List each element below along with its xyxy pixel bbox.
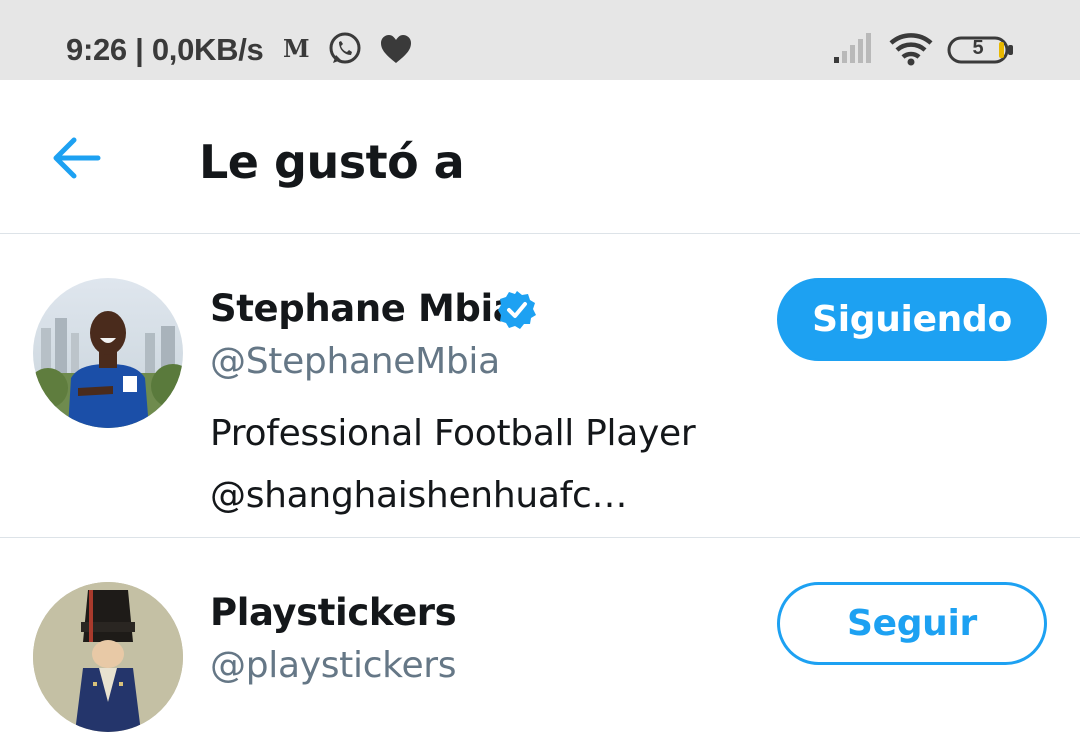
avatar[interactable] (33, 278, 183, 428)
back-button[interactable] (48, 132, 108, 184)
gmail-icon: M (283, 36, 309, 60)
user-row[interactable]: Stephane Mbia @StephaneMbia Professional… (0, 235, 1080, 538)
whatsapp-icon (329, 32, 361, 64)
heart-icon (381, 35, 411, 63)
status-bar: 9:26 | 0,0KB/s M 5 (0, 0, 1080, 80)
bio-line: Professional Football Player (210, 413, 696, 454)
bio-line: @shanghaishenhuafc… (210, 475, 628, 516)
signal-icon (834, 33, 871, 63)
page-title: Le gustó a (199, 135, 465, 189)
wifi-icon (889, 33, 933, 66)
status-time-speed: 9:26 | 0,0KB/s (66, 32, 264, 67)
arrow-left-icon (53, 137, 101, 179)
user-bio: Professional Football Player @shanghaish… (210, 403, 770, 527)
user-handle: @StephaneMbia (210, 341, 500, 382)
svg-text:M: M (283, 36, 309, 60)
battery-level: 5 (972, 37, 984, 59)
verified-badge-icon (498, 291, 536, 329)
following-button[interactable]: Siguiendo (777, 278, 1047, 361)
user-handle: @playstickers (210, 645, 457, 686)
battery-icon: 5 (947, 36, 1015, 64)
follow-button[interactable]: Seguir (777, 582, 1047, 665)
user-name: Stephane Mbia (210, 287, 518, 330)
user-name: Playstickers (210, 591, 457, 634)
header: Le gustó a (0, 80, 1080, 234)
user-row[interactable]: Playstickers @playstickers Seguir (0, 539, 1080, 732)
